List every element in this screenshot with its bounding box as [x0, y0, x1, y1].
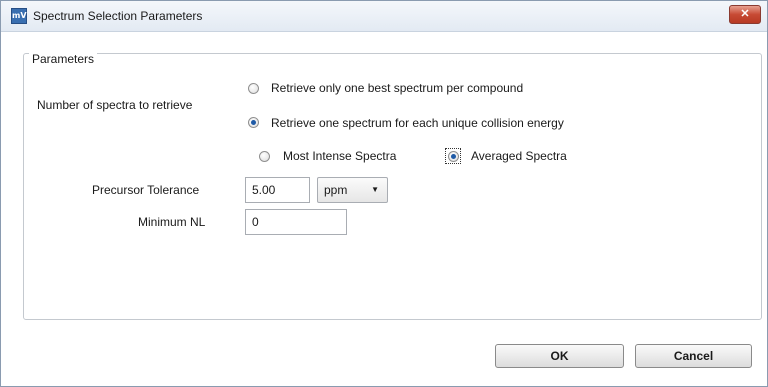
radio-most-intense[interactable]: [259, 151, 270, 162]
parameters-legend: Parameters: [29, 52, 98, 66]
radio-averaged[interactable]: [448, 151, 459, 162]
app-icon: mV: [11, 8, 27, 24]
chevron-down-icon: ▼: [371, 185, 379, 194]
radio-most-intense-label[interactable]: Most Intense Spectra: [283, 149, 396, 163]
radio-best-spectrum[interactable]: [248, 83, 259, 94]
spectra-count-label: Number of spectra to retrieve: [37, 98, 193, 112]
dialog-window: mV Spectrum Selection Parameters ✕ Param…: [0, 0, 768, 387]
radio-best-spectrum-label[interactable]: Retrieve only one best spectrum per comp…: [271, 81, 523, 95]
close-icon: ✕: [740, 8, 750, 20]
tolerance-unit-value: ppm: [324, 183, 348, 197]
tolerance-unit-dropdown[interactable]: ppm ▼: [317, 177, 388, 203]
minimum-nl-label: Minimum NL: [138, 215, 206, 229]
window-title: Spectrum Selection Parameters: [33, 9, 203, 23]
radio-each-collision-energy[interactable]: [248, 117, 259, 128]
precursor-tolerance-label: Precursor Tolerance: [92, 183, 200, 197]
cancel-button[interactable]: Cancel: [635, 344, 752, 368]
minimum-nl-input[interactable]: 0: [245, 209, 347, 235]
title-bar[interactable]: mV Spectrum Selection Parameters ✕: [1, 1, 767, 32]
radio-averaged-label[interactable]: Averaged Spectra: [471, 149, 567, 163]
precursor-tolerance-input[interactable]: 5.00: [245, 177, 310, 203]
close-button[interactable]: ✕: [729, 5, 761, 24]
ok-button[interactable]: OK: [495, 344, 624, 368]
radio-each-collision-energy-label[interactable]: Retrieve one spectrum for each unique co…: [271, 116, 564, 130]
